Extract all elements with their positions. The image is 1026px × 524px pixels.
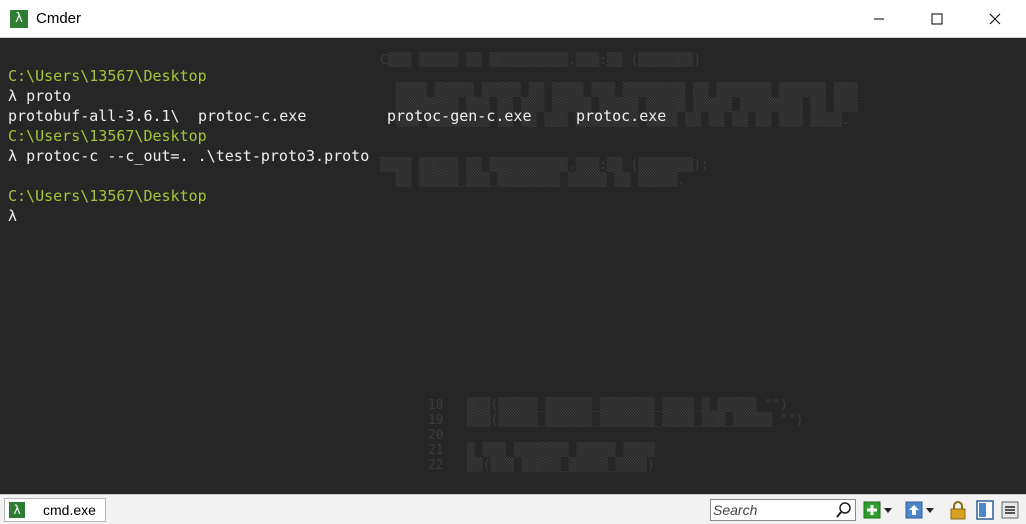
maximize-button[interactable] bbox=[908, 0, 966, 38]
lock-icon bbox=[950, 501, 966, 520]
split-view-button[interactable] bbox=[975, 499, 995, 521]
attach-dropdown[interactable] bbox=[924, 499, 936, 521]
split-view-icon bbox=[976, 500, 994, 520]
ls-entry: protoc-gen-c.exe bbox=[387, 107, 532, 125]
lambda-icon: λ bbox=[9, 502, 25, 518]
search-icon[interactable] bbox=[835, 501, 853, 519]
new-console-dropdown[interactable] bbox=[882, 499, 894, 521]
prompt-lambda: λ bbox=[8, 207, 18, 225]
prompt-lambda: λ bbox=[8, 87, 18, 105]
terminal-line-command: λ proto bbox=[8, 86, 71, 106]
tab-label: cmd.exe bbox=[43, 502, 96, 518]
terminal-area[interactable]: C▒▒▒ ▒▒▒▒▒ ▒▒ ▒▒▒▒▒▒▒▒▒▒.▒▒▒:▒▒ (▒▒▒▒▒▒▒… bbox=[0, 38, 1026, 494]
terminal-line-path: C:\Users\13567\Desktop bbox=[8, 186, 207, 206]
add-icon bbox=[863, 501, 881, 519]
maximize-icon bbox=[931, 13, 943, 25]
background-ghost-code: 18 ▒▒▒(▒▒▒▒▒_▒▒▒▒▒▒_▒▒▒▒▒▒▒_▒▒▒▒_▒_▒▒▒▒▒… bbox=[427, 398, 804, 473]
prompt-path: C:\Users\13567\Desktop bbox=[8, 187, 207, 205]
terminal-line-output: protobuf-all-3.6.1\ protoc-c.exe protoc-… bbox=[8, 106, 708, 126]
prompt-lambda: λ bbox=[8, 147, 18, 165]
terminal-line-path: C:\Users\13567\Desktop bbox=[8, 126, 207, 146]
window-title: Cmder bbox=[36, 10, 82, 27]
prompt-path: C:\Users\13567\Desktop bbox=[8, 127, 207, 145]
terminal-line-prompt: λ bbox=[8, 206, 17, 226]
command-text: protoc-c --c_out=. .\test-proto3.proto bbox=[26, 147, 370, 165]
terminal-line-path: C:\Users\13567\Desktop bbox=[8, 66, 207, 86]
terminal-line-command: λ protoc-c --c_out=. .\test-proto3.proto bbox=[8, 146, 369, 166]
ls-entry: protoc-c.exe bbox=[198, 107, 307, 125]
dropdown-icon bbox=[926, 508, 934, 513]
ls-entry: protobuf-all-3.6.1\ bbox=[8, 107, 180, 125]
upload-icon bbox=[905, 501, 923, 519]
menu-button[interactable] bbox=[1000, 499, 1020, 521]
search-input[interactable] bbox=[713, 501, 831, 519]
status-bar: λ cmd.exe bbox=[0, 494, 1026, 524]
tab-cmd[interactable]: λ cmd.exe bbox=[4, 498, 106, 522]
new-console-button[interactable] bbox=[862, 499, 882, 521]
command-text: proto bbox=[26, 87, 72, 105]
dropdown-icon bbox=[884, 508, 892, 513]
lambda-icon: λ bbox=[10, 10, 28, 28]
search-box[interactable] bbox=[710, 499, 856, 521]
close-button[interactable] bbox=[966, 0, 1024, 38]
menu-icon bbox=[1001, 501, 1019, 519]
lock-button[interactable] bbox=[948, 499, 968, 521]
ls-entry: protoc.exe bbox=[576, 107, 667, 125]
minimize-button[interactable] bbox=[850, 0, 908, 38]
close-icon bbox=[989, 13, 1001, 25]
title-bar: λ Cmder bbox=[0, 0, 1026, 38]
minimize-icon bbox=[874, 18, 884, 20]
prompt-path: C:\Users\13567\Desktop bbox=[8, 67, 207, 85]
attach-button[interactable] bbox=[904, 499, 924, 521]
